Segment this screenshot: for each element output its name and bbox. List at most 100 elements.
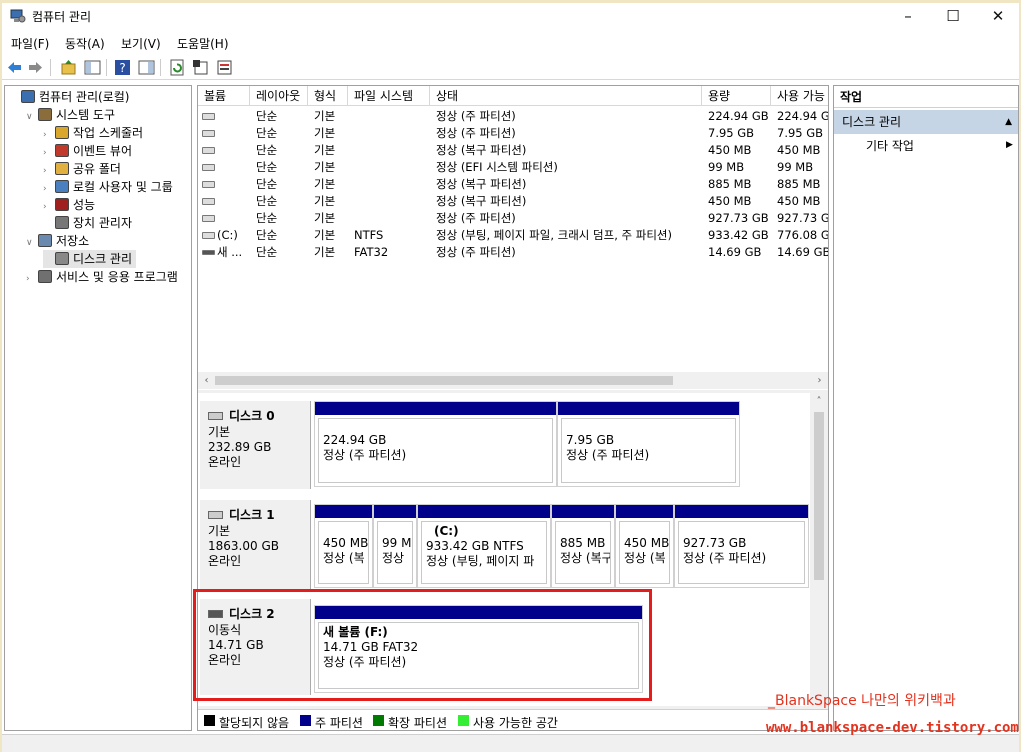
partition-block[interactable]: 450 MB 정상 (복 [314,504,373,588]
primary-partition-band [315,505,372,518]
storage-icon [38,234,52,247]
column-header-status[interactable]: 상태 [430,86,702,106]
forward-icon[interactable] [27,59,44,76]
cell-volume [215,159,250,176]
table-row[interactable]: 단순 기본 정상 (주 파티션) 224.94 GB 224.94 G [198,108,828,125]
table-row[interactable]: 단순 기본 정상 (복구 파티션) 450 MB 450 MB [198,142,828,159]
disk-label[interactable]: 디스크 1 기본 1863.00 GB 온라인 [200,500,311,590]
horizontal-scrollbar[interactable]: ‹ › [198,372,828,389]
scroll-right-icon[interactable]: › [811,372,828,389]
partition-block[interactable]: (C:) 933.42 GB NTFS 정상 (부팅, 페이지 파 [417,504,551,588]
table-row[interactable]: 단순 기본 정상 (주 파티션) 927.73 GB 927.73 G [198,210,828,227]
cell-volume: 새 ... [217,245,243,259]
watermark-title: _BlankSpace 나만의 위키백과 [768,693,956,709]
export-icon[interactable] [216,59,233,76]
tree-item-label: 저장소 [56,234,90,248]
close-button[interactable]: ✕ [975,3,1021,30]
column-header-free-space[interactable]: 사용 가능 [771,86,828,106]
tree-item[interactable]: › 이벤트 뷰어 [43,142,132,160]
show-hide-tree-icon[interactable] [84,59,101,76]
partition-status: 정상 (주 파티션) [683,551,767,565]
partition-block[interactable]: 99 M 정상 [373,504,417,588]
tree-item[interactable]: › 성능 [43,196,95,214]
column-header-file-system[interactable]: 파일 시스템 [348,86,430,106]
partition-block[interactable]: 927.73 GB 정상 (주 파티션) [674,504,809,588]
menu-view[interactable]: 보기(V) [121,35,161,52]
expand-right-icon[interactable]: › [26,270,38,288]
cell-free-space: 885 MB [777,177,821,191]
svg-text:?: ? [119,61,125,75]
actions-section-disk-management[interactable]: 디스크 관리 ▲ [834,110,1018,134]
cell-capacity: 933.42 GB [708,228,769,242]
computer-management-icon [10,9,26,23]
scroll-left-icon[interactable]: ‹ [198,372,215,389]
actions-header: 작업 [834,86,1018,108]
scrollbar-thumb[interactable] [215,376,673,385]
column-header-layout[interactable]: 레이아웃 [250,86,308,106]
menu-action[interactable]: 동작(A) [65,35,105,52]
device-manager-icon [55,216,69,229]
menu-help[interactable]: 도움말(H) [177,35,229,52]
partition-block[interactable]: 7.95 GB 정상 (주 파티션) [557,401,740,487]
refresh-icon[interactable] [169,59,186,76]
scroll-up-icon[interactable]: ˄ [810,393,828,410]
tree-item-label: 컴퓨터 관리(로컬) [39,90,130,104]
cell-volume [215,210,250,227]
tree-item[interactable]: ∨ 저장소 [26,232,89,250]
cell-volume [215,125,250,142]
volume-icon [202,147,215,154]
volume-list-header: 볼륨 레이아웃 형식 파일 시스템 상태 용량 사용 가능 [198,86,828,106]
cell-layout: 단순 [256,160,278,174]
cell-capacity: 927.73 GB [708,211,769,225]
partition-status: 정상 (주 파티션) [566,448,650,462]
partition-block[interactable]: 885 MB 정상 (복구 [551,504,615,588]
tree-item[interactable]: › 로컬 사용자 및 그룹 [43,178,173,196]
table-row[interactable]: 단순 기본 정상 (복구 파티션) 885 MB 885 MB [198,176,828,193]
tree-item-label: 디스크 관리 [73,252,133,266]
tree-item[interactable]: ∨ 시스템 도구 [26,106,115,124]
table-row[interactable]: 단순 기본 정상 (주 파티션) 7.95 GB 7.95 GB [198,125,828,142]
table-row[interactable]: 단순 기본 정상 (복구 파티션) 450 MB 450 MB [198,193,828,210]
partition-size: 224.94 GB [323,433,387,447]
column-header-capacity[interactable]: 용량 [702,86,771,106]
table-row[interactable]: 새 ... 단순 기본 FAT32 정상 (주 파티션) 14.69 GB 14.69 GB [198,244,828,261]
tree-item[interactable]: 디스크 관리 [43,250,137,268]
table-row[interactable]: (C:) 단순 기본 NTFS 정상 (부팅, 페이지 파일, 크래시 덤프, 주 파티… [198,227,828,244]
cell-status: 정상 (주 파티션) [436,126,516,140]
disk-type: 기본 [208,524,231,538]
tree-item-label: 성능 [73,198,96,212]
scrollbar-thumb[interactable] [814,412,824,580]
column-header-volume[interactable]: 볼륨 [198,86,250,106]
disk-label[interactable]: 디스크 0 기본 232.89 GB 온라인 [200,401,311,489]
partition-size: 885 MB [560,536,606,550]
minimize-button[interactable]: – [885,3,931,30]
cell-layout: 단순 [256,143,278,157]
partition-block[interactable]: 224.94 GB 정상 (주 파티션) [314,401,557,487]
more-actions-item[interactable]: 기타 작업 [866,136,914,156]
cell-status: 정상 (복구 파티션) [436,177,527,191]
tree-item[interactable]: 컴퓨터 관리(로컬) [9,88,129,106]
vertical-scrollbar[interactable]: ˄ [810,393,828,706]
maximize-button[interactable]: ☐ [930,3,976,30]
tree-item-label: 이벤트 뷰어 [73,144,133,158]
menu-file[interactable]: 파일(F) [11,35,49,52]
tree-item[interactable]: › 서비스 및 응용 프로그램 [26,268,178,286]
column-header-type[interactable]: 형식 [308,86,348,106]
show-hide-action-icon[interactable] [138,59,155,76]
help-icon[interactable]: ? [114,59,131,76]
submenu-arrow-icon[interactable]: ▶ [1006,140,1013,150]
tree-item[interactable]: › 작업 스케줄러 [43,124,143,142]
partition-status: 정상 (주 파티션) [323,448,407,462]
back-icon[interactable] [6,59,23,76]
cell-file-system [348,159,430,176]
up-icon[interactable] [60,59,77,76]
tree-item[interactable]: 장치 관리자 [43,214,132,232]
expand-down-icon[interactable]: ∨ [26,234,38,252]
properties-icon[interactable] [192,59,209,76]
table-row[interactable]: 단순 기본 정상 (EFI 시스템 파티션) 99 MB 99 MB [198,159,828,176]
collapse-up-icon[interactable]: ▲ [1005,110,1012,134]
expand-down-icon[interactable]: ∨ [26,108,38,126]
partition-block[interactable]: 450 MB 정상 (복 [615,504,674,588]
cell-layout: 단순 [256,245,278,259]
tree-item[interactable]: › 공유 폴더 [43,160,121,178]
